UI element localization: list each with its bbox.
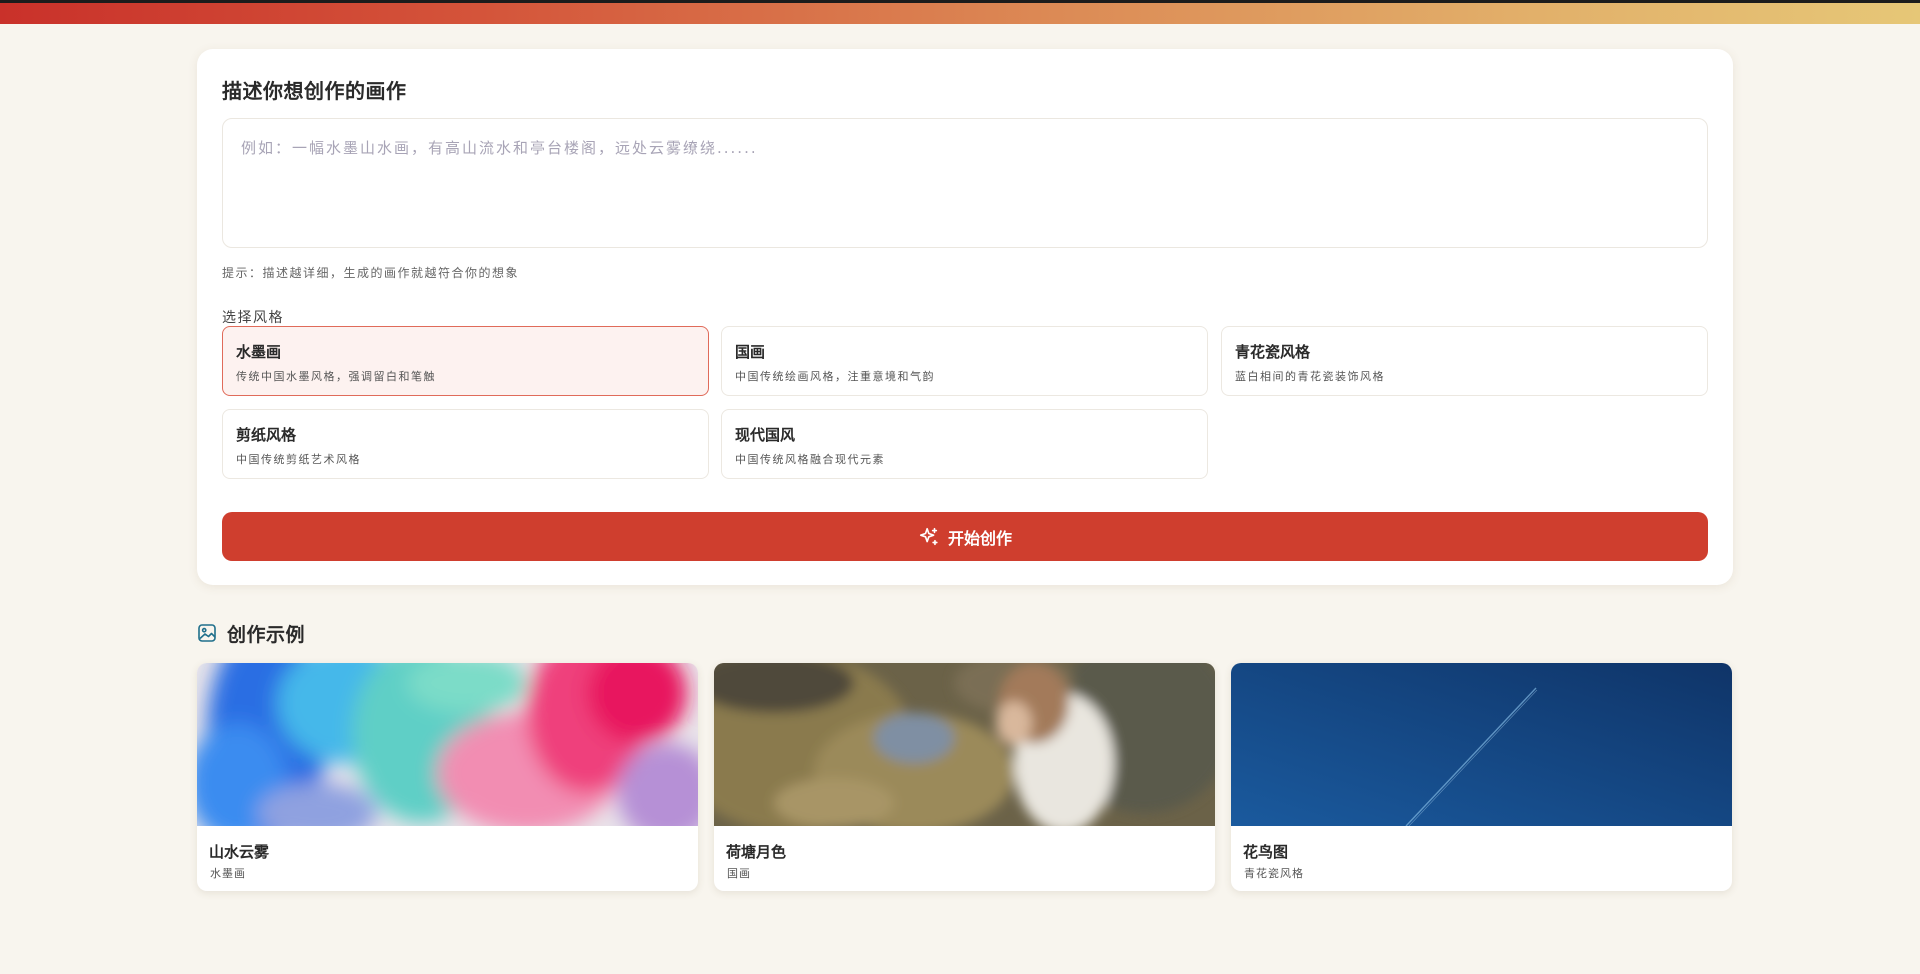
- sparkle-icon: [918, 526, 940, 548]
- style-card-blue-white-porcelain[interactable]: 青花瓷风格 蓝白相间的青花瓷装饰风格: [1221, 326, 1708, 396]
- style-card-modern-guofeng[interactable]: 现代国风 中国传统风格融合现代元素: [721, 409, 1208, 479]
- style-card-desc: 中国传统风格融合现代元素: [735, 453, 885, 466]
- style-card-name: 国画: [735, 343, 766, 361]
- start-create-button[interactable]: 开始创作: [222, 512, 1708, 561]
- top-accent-bar: [0, 0, 1920, 24]
- style-card-paper-cut[interactable]: 剪纸风格 中国传统剪纸艺术风格: [222, 409, 709, 479]
- example-card-lotus-moonlight[interactable]: 荷塘月色 国画: [714, 663, 1215, 891]
- style-card-name: 水墨画: [236, 343, 282, 361]
- style-card-desc: 中国传统剪纸艺术风格: [236, 453, 361, 466]
- style-card-desc: 中国传统绘画风格，注重意境和气韵: [735, 370, 935, 383]
- style-card-desc: 传统中国水墨风格，强调留白和笔触: [236, 370, 436, 383]
- examples-header: 创作示例: [197, 620, 305, 646]
- style-card-desc: 蓝白相间的青花瓷装饰风格: [1235, 370, 1385, 383]
- style-card-guohua[interactable]: 国画 中国传统绘画风格，注重意境和气韵: [721, 326, 1208, 396]
- example-title: 花鸟图: [1243, 843, 1289, 861]
- example-style: 青花瓷风格: [1244, 867, 1304, 880]
- style-card-name: 现代国风: [735, 426, 796, 444]
- style-card-name: 青花瓷风格: [1235, 343, 1311, 361]
- example-image-blue-sky: [1231, 663, 1732, 826]
- example-title: 山水云雾: [209, 843, 270, 861]
- image-icon: [197, 623, 217, 643]
- examples-title: 创作示例: [227, 623, 306, 646]
- style-card-name: 剪纸风格: [236, 426, 297, 444]
- example-image-girl-flowers: [714, 663, 1215, 826]
- style-card-ink-wash[interactable]: 水墨画 传统中国水墨风格，强调留白和笔触: [222, 326, 709, 396]
- prompt-input[interactable]: [222, 118, 1708, 248]
- example-style: 国画: [727, 867, 751, 880]
- example-title: 荷塘月色: [726, 843, 787, 861]
- style-section-label: 选择风格: [222, 310, 284, 326]
- example-style: 水墨画: [210, 867, 246, 880]
- example-image-abstract-paint: [197, 663, 698, 826]
- panel-title: 描述你想创作的画作: [222, 79, 407, 103]
- create-panel: 描述你想创作的画作 提示：描述越详细，生成的画作就越符合你的想象 选择风格 水墨…: [197, 49, 1733, 585]
- example-card-flower-bird[interactable]: 花鸟图 青花瓷风格: [1231, 663, 1732, 891]
- example-card-mountain-mist[interactable]: 山水云雾 水墨画: [197, 663, 698, 891]
- prompt-hint: 提示：描述越详细，生成的画作就越符合你的想象: [222, 266, 520, 280]
- start-create-label: 开始创作: [947, 528, 1012, 548]
